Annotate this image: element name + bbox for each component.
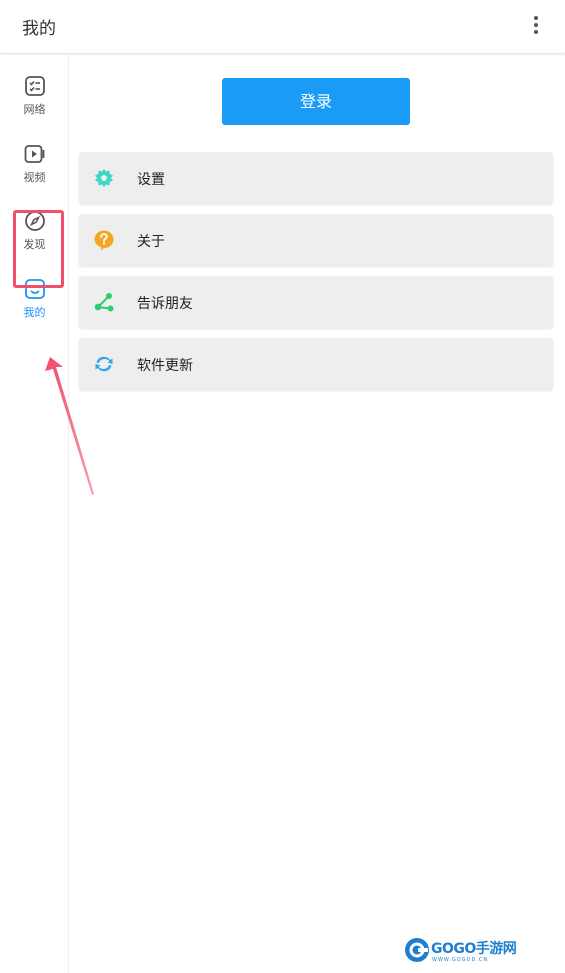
menu-item-label: 软件更新 [137,358,193,374]
checklist-icon [24,76,45,96]
sidebar-item-label: 视频 [23,171,46,184]
video-icon [24,145,44,163]
menu-item-label: 告诉朋友 [137,296,193,312]
main-content: 登录 设置 关于 告诉朋友 软件更新 [70,55,565,973]
menu-item-label: 设置 [137,172,165,188]
question-icon [94,230,114,251]
menu-item-about[interactable]: 关于 [79,214,553,266]
gear-icon [95,169,113,187]
highlight-box [13,210,64,288]
menu-item-update[interactable]: 软件更新 [79,338,553,390]
page-title: 我的 [22,19,56,39]
sidebar-item-video[interactable]: 视频 [0,143,69,203]
menu-item-label: 关于 [137,234,165,250]
menu-item-settings[interactable]: 设置 [79,152,553,204]
share-icon [94,293,114,312]
sidebar-item-network[interactable]: 网络 [0,75,69,135]
app-header: 我的 [0,0,565,54]
more-vertical-icon[interactable] [527,14,545,36]
sidebar-nav: 网络 视频 发现 我的 [0,55,69,973]
login-button[interactable]: 登录 [222,78,410,125]
watermark-subtext: WWW.GOGOD.CN [432,957,489,963]
watermark-text: GOGO手游网 [431,941,517,957]
refresh-icon [95,356,113,372]
menu-item-share[interactable]: 告诉朋友 [79,276,553,328]
watermark-logo: GOGO手游网 WWW.GOGOD.CN [404,935,524,967]
sidebar-item-label: 网络 [23,103,46,116]
logo-icon [405,938,429,962]
sidebar-item-label: 我的 [23,306,46,319]
